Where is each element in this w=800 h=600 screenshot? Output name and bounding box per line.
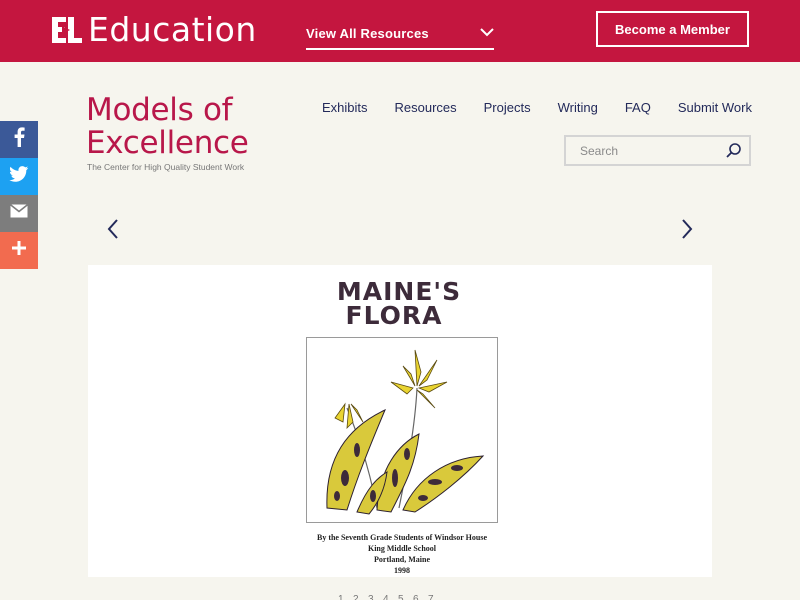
nav-item-projects[interactable]: Projects xyxy=(484,100,531,115)
chevron-down-icon xyxy=(480,24,494,42)
poster-caption-line-4: 1998 xyxy=(394,566,410,575)
email-icon xyxy=(10,204,28,223)
models-of-excellence-logo[interactable]: Models of Excellence The Center for High… xyxy=(86,92,249,173)
search-box xyxy=(564,135,751,166)
flower-illustration-frame xyxy=(306,337,498,523)
logo-line-1: Models of xyxy=(86,92,233,128)
carousel-pager: 1 2 3 4 5 6 7 xyxy=(338,594,443,600)
search-icon[interactable] xyxy=(725,142,743,160)
nav-item-faq[interactable]: FAQ xyxy=(625,100,651,115)
view-all-resources-dropdown[interactable]: View All Resources xyxy=(306,18,494,50)
facebook-icon xyxy=(13,127,25,152)
more-share-button[interactable] xyxy=(0,232,38,269)
social-share-bar xyxy=(0,121,38,269)
twitter-icon xyxy=(9,166,29,187)
pager-item[interactable]: 2 xyxy=(353,594,368,600)
pager-item[interactable]: 6 xyxy=(413,594,428,600)
pager-item[interactable]: 7 xyxy=(428,594,443,600)
pager-item[interactable]: 3 xyxy=(368,594,383,600)
pager-item[interactable]: 4 xyxy=(383,594,398,600)
student-work-poster: MAINE'S FLORA By the Seventh Grade Stude… xyxy=(296,265,508,577)
pager-item[interactable]: 5 xyxy=(398,594,413,600)
brand-text: Education xyxy=(88,10,257,49)
carousel-next-button[interactable] xyxy=(676,217,698,241)
chevron-left-icon xyxy=(102,219,124,245)
nav-item-writing[interactable]: Writing xyxy=(558,100,598,115)
twitter-share-button[interactable] xyxy=(0,158,38,195)
chevron-right-icon xyxy=(676,219,698,245)
nav-item-submit-work[interactable]: Submit Work xyxy=(678,100,752,115)
el-education-logo[interactable]: Education xyxy=(50,12,257,48)
search-input[interactable] xyxy=(566,143,716,158)
nav-item-resources[interactable]: Resources xyxy=(394,100,456,115)
pager-item[interactable]: 1 xyxy=(338,594,353,600)
trout-lily-illustration xyxy=(326,349,485,515)
resources-dropdown-label: View All Resources xyxy=(306,25,429,41)
facebook-share-button[interactable] xyxy=(0,121,38,158)
top-bar: Education View All Resources Become a Me… xyxy=(0,0,800,62)
el-logo-icon xyxy=(50,13,84,47)
poster-title-line-2: FLORA xyxy=(345,301,443,330)
carousel-prev-button[interactable] xyxy=(102,217,124,241)
logo-tagline: The Center for High Quality Student Work xyxy=(87,162,245,172)
main-nav: Exhibits Resources Projects Writing FAQ … xyxy=(295,100,752,115)
email-share-button[interactable] xyxy=(0,195,38,232)
poster-caption-line-3: Portland, Maine xyxy=(374,555,430,564)
become-member-button[interactable]: Become a Member xyxy=(596,11,749,47)
poster-caption-line-1: By the Seventh Grade Students of Windsor… xyxy=(316,533,488,542)
plus-icon xyxy=(12,241,26,260)
logo-line-2: Excellence xyxy=(86,125,249,161)
poster-caption-line-2: King Middle School xyxy=(367,544,436,553)
nav-item-exhibits[interactable]: Exhibits xyxy=(322,100,368,115)
carousel-image-panel[interactable]: MAINE'S FLORA By the Seventh Grade Stude… xyxy=(88,265,712,577)
